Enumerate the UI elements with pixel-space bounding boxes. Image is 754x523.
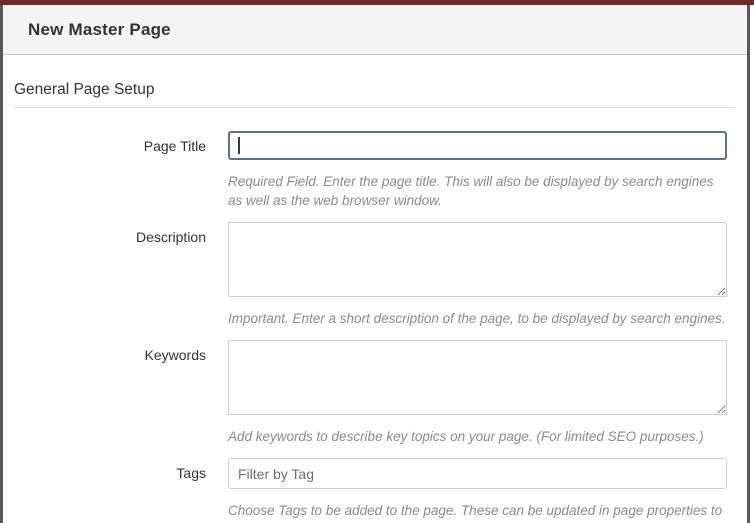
form-row-description: Description Important. Enter a short des… bbox=[14, 222, 735, 328]
text-cursor bbox=[238, 137, 240, 154]
form-content: General Page Setup Page Title Required F… bbox=[3, 81, 747, 523]
master-page-window: New Master Page General Page Setup Page … bbox=[0, 5, 750, 523]
description-textarea[interactable] bbox=[228, 222, 727, 297]
form-row-tags: Tags Choose Tags to be added to the page… bbox=[14, 458, 735, 523]
tags-label: Tags bbox=[176, 465, 206, 481]
description-help: Important. Enter a short description of … bbox=[228, 311, 726, 326]
page-title-help: Required Field. Enter the page title. Th… bbox=[228, 174, 714, 208]
tags-filter-input[interactable] bbox=[228, 458, 727, 489]
form-row-page-title: Page Title Required Field. Enter the pag… bbox=[14, 131, 735, 210]
window-frame: New Master Page General Page Setup Page … bbox=[0, 0, 754, 523]
description-label: Description bbox=[135, 229, 206, 245]
section-divider bbox=[14, 107, 735, 108]
form-row-keywords: Keywords Add keywords to describe key to… bbox=[14, 340, 735, 446]
page-title: New Master Page bbox=[28, 19, 171, 39]
general-page-setup-form: Page Title Required Field. Enter the pag… bbox=[14, 131, 735, 523]
section-heading: General Page Setup bbox=[14, 81, 155, 98]
keywords-help: Add keywords to describe key topics on y… bbox=[228, 429, 704, 444]
page-title-label: Page Title bbox=[143, 138, 206, 154]
keywords-textarea[interactable] bbox=[228, 340, 727, 415]
page-title-input[interactable] bbox=[228, 131, 727, 160]
keywords-label: Keywords bbox=[144, 347, 206, 363]
tags-help: Choose Tags to be added to the page. The… bbox=[228, 503, 723, 523]
window-header: New Master Page bbox=[3, 5, 747, 55]
